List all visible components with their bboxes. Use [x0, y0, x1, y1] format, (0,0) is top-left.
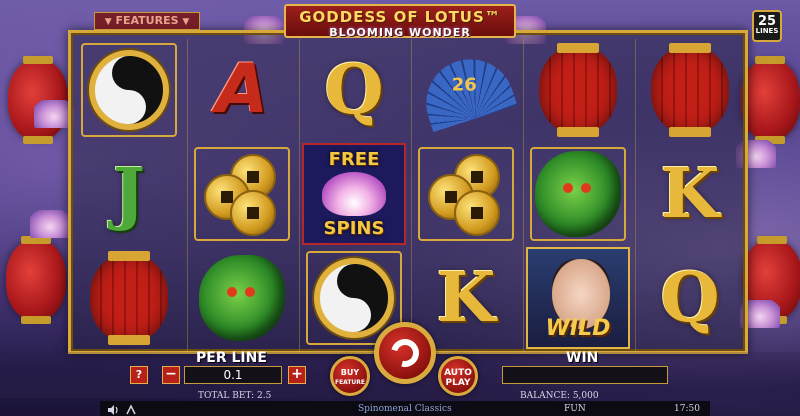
- symbol-coins: [414, 143, 518, 245]
- decrease-bet-button[interactable]: −: [162, 366, 180, 384]
- sound-icon[interactable]: [106, 403, 120, 416]
- side-lantern-left-2: [6, 236, 66, 324]
- reel-column: K Q: [635, 39, 743, 351]
- symbol-lantern: [77, 247, 181, 349]
- game-subtitle: BLOOMING WONDER: [329, 26, 471, 39]
- symbol-lantern: [526, 39, 630, 141]
- reel-column: WILD: [523, 39, 631, 351]
- side-lantern-right: [740, 56, 800, 144]
- symbol-coins: [190, 143, 294, 245]
- chevron-down-icon: ▼: [104, 17, 112, 27]
- win-label: WIN: [566, 350, 599, 366]
- balance-text: BALANCE: 5,000: [520, 391, 599, 401]
- help-button[interactable]: ?: [130, 366, 148, 384]
- play-label: PLAY: [445, 378, 471, 388]
- letter-a: A: [215, 50, 269, 129]
- reel-column: 26 K: [411, 39, 519, 351]
- lantern-icon: [90, 251, 168, 345]
- letter-j: J: [112, 154, 146, 234]
- auto-label: AUTO: [444, 368, 472, 378]
- free-spins-top-text: FREE: [328, 149, 380, 170]
- increase-bet-button[interactable]: +: [288, 366, 306, 384]
- letter-k: K: [436, 258, 496, 338]
- symbol-letter-j: J: [77, 143, 181, 245]
- coins-icon: [200, 152, 284, 236]
- plus-icon: +: [291, 366, 303, 382]
- symbol-yin-yang: [77, 39, 181, 141]
- symbol-lantern: [638, 39, 742, 141]
- game-title: GODDESS OF LOTUS™: [299, 8, 501, 26]
- dragon-icon: [199, 255, 285, 341]
- spin-button[interactable]: [374, 322, 436, 384]
- lantern-icon: [539, 43, 617, 137]
- per-line-value: 0.1: [184, 366, 282, 384]
- features-button[interactable]: ▼ FEATURES ▼: [94, 12, 200, 30]
- speed-icon[interactable]: [124, 403, 138, 416]
- symbol-letter-q: Q: [302, 39, 406, 141]
- buy-feature-button[interactable]: BUY FEATURE: [330, 356, 370, 396]
- yin-yang-icon: [89, 50, 169, 130]
- coins-icon: [424, 152, 508, 236]
- letter-q: Q: [324, 50, 384, 130]
- symbol-free-spins: FREE SPINS: [302, 143, 406, 245]
- symbol-dragon: [190, 247, 294, 349]
- fan-text: 26: [451, 74, 477, 96]
- lotus-icon: [322, 172, 386, 216]
- per-line-label: PER LINE: [196, 350, 267, 366]
- lines-badge: 25 LINES: [752, 10, 782, 42]
- letter-k: K: [660, 154, 720, 234]
- reel-column: J: [75, 39, 183, 351]
- spin-icon: [385, 333, 425, 373]
- buy-label: BUY: [340, 368, 360, 377]
- reel-column: A: [187, 39, 295, 351]
- symbol-letter-k: K: [638, 143, 742, 245]
- autoplay-button[interactable]: AUTO PLAY: [438, 356, 478, 396]
- features-label: FEATURES: [115, 14, 179, 27]
- wild-text: WILD: [545, 316, 611, 341]
- symbol-fan: 26: [414, 39, 518, 141]
- minus-icon: −: [165, 366, 177, 382]
- symbol-letter-a: A: [190, 39, 294, 141]
- symbol-dragon: [526, 143, 630, 245]
- game-stage: J A Q FREE SPINS 26 K WILD K Q ▼ FEATURE…: [0, 0, 800, 416]
- win-value: [502, 366, 668, 384]
- game-title-plate: GODDESS OF LOTUS™ BLOOMING WONDER: [284, 4, 516, 39]
- status-bar: Spinomenal Classics FUN 17:50: [100, 401, 710, 416]
- clock: 17:50: [674, 404, 700, 414]
- reel-grid: J A Q FREE SPINS 26 K WILD K Q: [68, 30, 748, 354]
- free-spins-bottom-text: SPINS: [323, 218, 385, 239]
- dragon-icon: [535, 151, 621, 237]
- chevron-down-icon: ▼: [182, 17, 190, 27]
- provider-name: Spinomenal Classics: [358, 404, 452, 414]
- total-bet-text: TOTAL BET: 2.5: [198, 391, 272, 401]
- lotus-flower-decoration: [30, 210, 70, 238]
- letter-q: Q: [660, 258, 720, 338]
- fan-icon: 26: [414, 47, 518, 133]
- help-icon: ?: [135, 368, 143, 381]
- play-mode: FUN: [564, 404, 586, 414]
- yin-yang-icon: [314, 258, 394, 338]
- symbol-wild: WILD: [526, 247, 630, 349]
- reel-column: Q FREE SPINS: [299, 39, 407, 351]
- lines-label: LINES: [755, 27, 779, 35]
- symbol-letter-q: Q: [638, 247, 742, 349]
- feature-label: FEATURE: [334, 379, 366, 386]
- lantern-icon: [651, 43, 729, 137]
